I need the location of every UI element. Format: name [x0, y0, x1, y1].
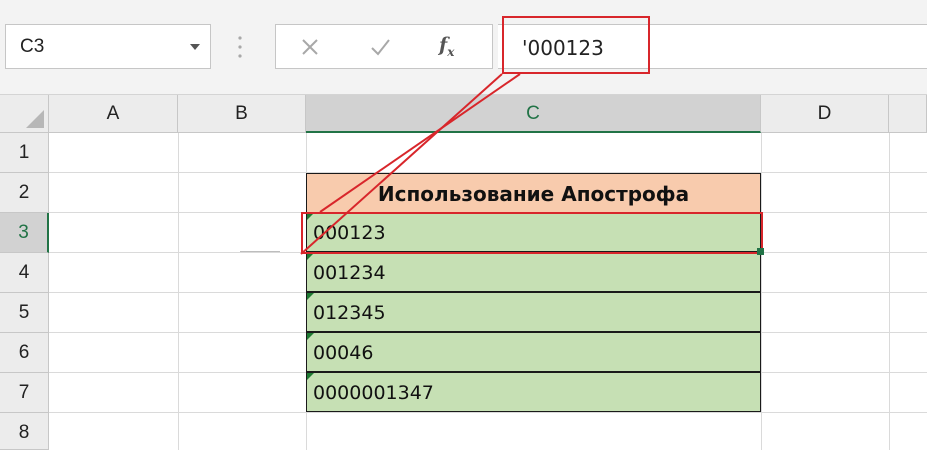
row-header-2[interactable]: 2: [0, 173, 49, 213]
select-all-corner[interactable]: [0, 95, 49, 133]
row-header-7[interactable]: 7: [0, 373, 49, 413]
row-header-3[interactable]: 3: [0, 213, 49, 253]
cancel-icon[interactable]: [298, 35, 322, 59]
gridline: [49, 412, 927, 413]
column-header-b[interactable]: B: [178, 95, 306, 133]
cell-value: 00046: [313, 342, 374, 364]
checkmark-icon[interactable]: [368, 35, 392, 59]
row-header-4[interactable]: 4: [0, 253, 49, 293]
active-cell-highlight-box: [301, 212, 763, 254]
formula-highlight-box: [502, 16, 650, 74]
formula-bar-area: C3 fx '000123: [0, 0, 927, 95]
column-header-e[interactable]: [889, 95, 927, 133]
table-row[interactable]: 012345: [306, 292, 761, 332]
table-row[interactable]: 001234: [306, 252, 761, 292]
name-box[interactable]: C3: [5, 24, 211, 69]
error-indicator-icon: [307, 293, 314, 300]
table-row[interactable]: 00046: [306, 332, 761, 372]
error-indicator-icon: [307, 373, 314, 380]
cell-value: 0000001347: [313, 382, 434, 404]
fx-sub-label: x: [447, 44, 455, 59]
row-header-1[interactable]: 1: [0, 133, 49, 173]
cell-value: 001234: [313, 262, 386, 284]
insert-function-button[interactable]: fx: [439, 34, 475, 59]
table-row[interactable]: 0000001347: [306, 372, 761, 412]
column-header-d[interactable]: D: [761, 95, 889, 133]
fx-label: f: [439, 34, 448, 56]
column-header-c[interactable]: C: [306, 95, 761, 133]
column-header-a[interactable]: A: [49, 95, 178, 133]
row-header-8[interactable]: 8: [0, 413, 49, 450]
fill-handle[interactable]: [757, 248, 764, 255]
row-header-5[interactable]: 5: [0, 293, 49, 333]
chevron-down-icon[interactable]: [180, 25, 210, 68]
row-header-6[interactable]: 6: [0, 333, 49, 373]
error-indicator-icon: [307, 333, 314, 340]
formula-buttons: fx: [275, 24, 493, 69]
drag-handle-icon[interactable]: [237, 32, 243, 62]
cell-value: 012345: [313, 302, 386, 324]
name-box-value: C3: [20, 36, 45, 57]
select-all-triangle-icon: [26, 110, 44, 128]
error-indicator-icon: [307, 253, 314, 260]
cell-b3-underline: [240, 251, 280, 252]
table-header-cell[interactable]: Использование Апострофа: [306, 173, 761, 213]
